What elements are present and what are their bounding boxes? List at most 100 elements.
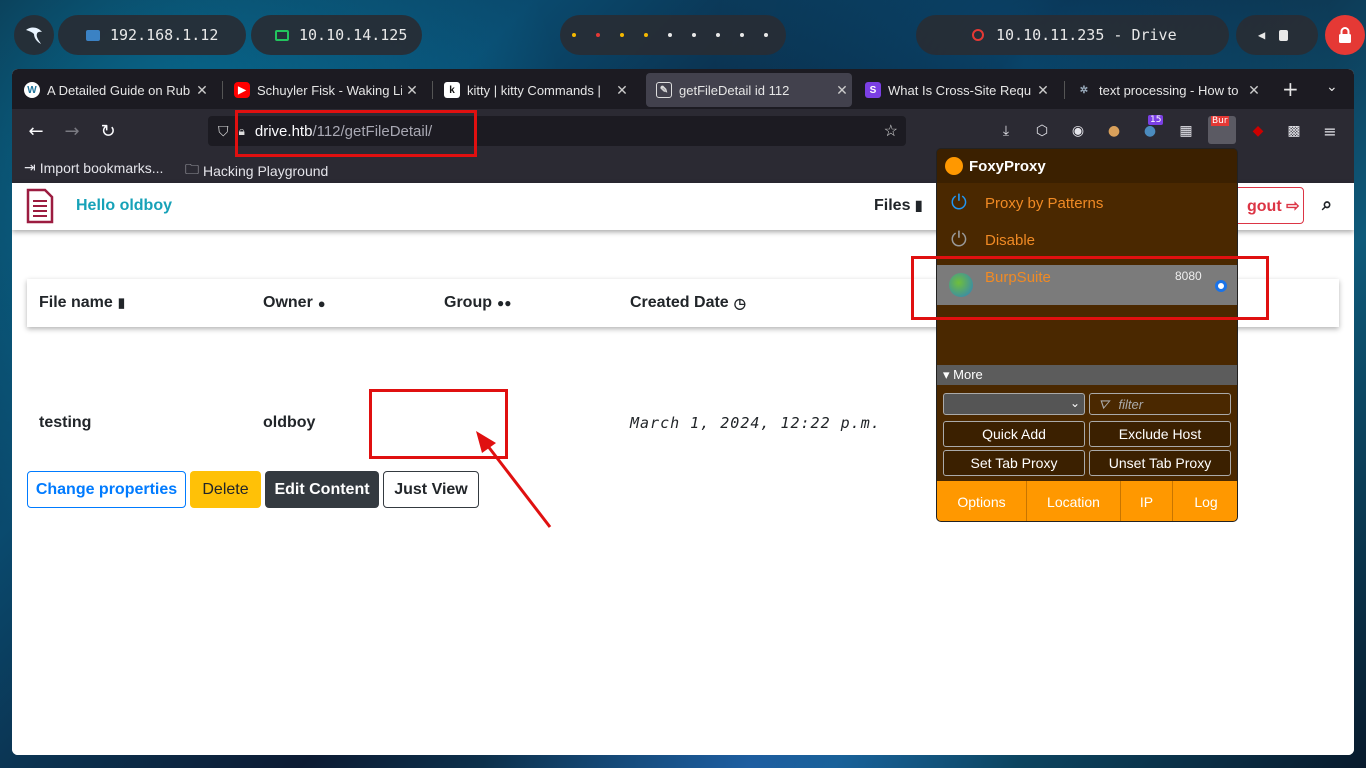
workspace-dot[interactable] [764,33,768,37]
annotation-url-highlight [235,110,477,157]
target-indicator[interactable]: 10.10.11.235 - Drive [916,15,1229,55]
forward-button[interactable]: → [58,121,86,142]
workspace-dot[interactable] [620,33,624,37]
youtube-icon: ▶ [234,82,250,98]
just-view-button[interactable]: Just View [383,471,479,508]
tab-kitty[interactable]: k kitty | kitty Commands | ✕ [434,73,632,107]
stackexchange-icon: ✲ [1079,84,1089,96]
star-icon[interactable]: ☆ [884,121,898,141]
button-label: Set Tab Proxy [970,455,1058,471]
extensions-icon[interactable]: ⬡ [1032,121,1052,141]
kali-menu-button[interactable] [14,15,54,55]
document-icon: ✎ [656,82,672,98]
list-tabs-button[interactable]: ⌄ [1326,79,1338,95]
files-link-label: Files [874,197,911,214]
bookmark-label: Import bookmarks... [39,159,164,176]
close-icon[interactable]: ✕ [402,82,422,99]
hacking-playground-folder[interactable]: 🗀︎ Hacking Playground [185,159,328,183]
log-button[interactable]: Log [1173,481,1237,521]
button-label: Log [1194,494,1218,510]
tab-text-processing[interactable]: ✲ text processing - How to ✕ [1066,73,1264,107]
site-logo-icon[interactable] [26,188,54,224]
more-toggle[interactable]: ▾ More [937,365,1237,385]
tab-csrf[interactable]: S What Is Cross-Site Requ ✕ [855,73,1053,107]
options-button[interactable]: Options [937,481,1027,521]
more-label: ▾ More [943,367,983,382]
close-icon[interactable]: ✕ [612,82,632,99]
workspace-dot[interactable] [572,33,576,37]
tab-separator [1064,81,1065,99]
kali-dragon-icon [26,27,42,44]
network-icon [86,29,100,41]
chevron-down-icon: ⌄ [1069,396,1080,410]
delete-button[interactable]: Delete [190,471,261,508]
foxyproxy-logo-icon [945,157,963,175]
user-icon: ● [317,295,326,311]
header-owner: Owner ● [263,294,326,312]
proxy-select[interactable]: ⌄ [943,393,1085,415]
qr-code-icon[interactable]: ▩ [1284,121,1304,141]
workspace-dot[interactable] [668,33,672,37]
spy-extension-icon[interactable]: ◉ [1068,121,1088,141]
back-button[interactable]: ← [22,121,50,142]
new-tab-button[interactable]: + [1282,77,1299,101]
battery-icon[interactable] [1279,29,1289,41]
cookie-icon[interactable]: ● [1104,121,1124,141]
system-tray[interactable]: ◀ [1236,15,1318,55]
workspace-dot[interactable] [596,33,600,37]
close-icon[interactable]: ✕ [832,82,852,99]
set-tab-proxy-button[interactable]: Set Tab Proxy [943,450,1085,476]
files-nav-link[interactable]: Files ▮ [874,197,923,215]
button-label: Edit Content [274,480,370,498]
lock-screen-button[interactable] [1325,15,1365,55]
search-icon[interactable]: ⌕ [1322,194,1332,215]
option-label: Proxy by Patterns [985,194,1104,212]
tab-getfiledetail[interactable]: ✎ getFileDetail id 112 ✕ [646,73,852,107]
tab-title: What Is Cross-Site Requ [888,82,1032,98]
header-file-name: File name ▮ [39,294,125,312]
proxy-by-patterns-option[interactable]: ⏻ Proxy by Patterns [937,185,1237,221]
tab-wordpress[interactable]: W A Detailed Guide on Rub ✕ [14,73,212,107]
annotation-burpsuite-highlight [911,256,1269,320]
sign-out-icon: ⇨ [1286,198,1300,215]
workspace-dot[interactable] [740,33,744,37]
foxyproxy-toolbar-button[interactable]: Bur [1208,116,1236,144]
tab-youtube[interactable]: ▶ Schuyler Fisk - Waking Li ✕ [224,73,422,107]
import-bookmarks-link[interactable]: ⇥ Import bookmarks... [24,159,163,176]
local-ip-indicator[interactable]: 192.168.1.12 [58,15,246,55]
vpn-ip-indicator[interactable]: 10.10.14.125 [251,15,422,55]
reload-button[interactable]: ↻ [94,121,122,142]
cards-extension-icon[interactable]: ▦ [1176,121,1196,141]
folder-icon: 🗀︎ [185,161,199,177]
filter-input[interactable]: ⛛ filter [1089,393,1231,415]
close-icon[interactable]: ✕ [1033,82,1053,99]
button-label: IP [1139,494,1154,510]
unset-tab-proxy-button[interactable]: Unset Tab Proxy [1089,450,1231,476]
logout-button[interactable]: gout ⇨ [1230,187,1304,224]
python-extension-icon[interactable]: 15 ● [1140,115,1164,141]
edit-content-button[interactable]: Edit Content [265,471,379,508]
volume-icon[interactable]: ◀ [1258,28,1265,42]
workspace-dot[interactable] [692,33,696,37]
change-properties-button[interactable]: Change properties [27,471,186,508]
downloads-icon[interactable]: ⤓ [996,121,1016,141]
file-icon: ▮ [117,295,125,310]
workspace-dot[interactable] [644,33,648,37]
close-icon[interactable]: ✕ [192,82,212,99]
bookmark-label: Hacking Playground [203,163,329,179]
exclude-host-button[interactable]: Exclude Host [1089,421,1231,447]
hamburger-menu-icon[interactable]: ≡ [1320,121,1340,141]
ublock-icon[interactable]: ◆ [1248,121,1268,141]
button-label: Exclude Host [1118,426,1202,442]
location-button[interactable]: Location [1027,481,1121,521]
workspace-dot[interactable] [716,33,720,37]
quick-add-button[interactable]: Quick Add [943,421,1085,447]
shield-icon[interactable]: ⛉ [218,123,229,140]
close-icon[interactable]: ✕ [1244,82,1264,99]
target-text: 10.10.11.235 - Drive [996,26,1177,44]
ip-button[interactable]: IP [1121,481,1173,521]
disable-option[interactable]: ⏻ Disable [937,222,1237,258]
workspace-switcher[interactable] [560,15,786,55]
clock-icon: ◷ [733,294,746,311]
kitty-icon: k [444,82,460,98]
